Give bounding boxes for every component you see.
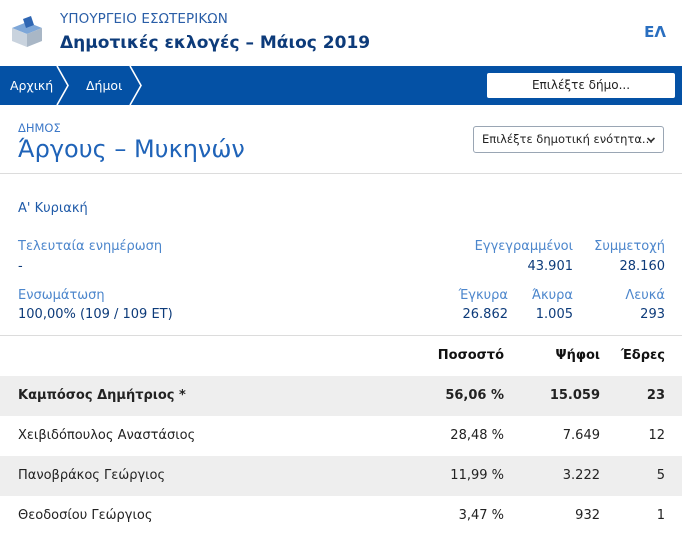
table-row: Καμπόσος Δημήτριος * 56,06 % 15.059 23	[0, 376, 682, 416]
candidate-votes: 15.059	[549, 388, 600, 403]
chevron-right-icon	[129, 66, 142, 105]
breadcrumb-home-link[interactable]: Αρχική	[10, 66, 53, 105]
candidate-percent: 3,47 %	[458, 508, 504, 523]
candidate-votes: 932	[575, 508, 600, 523]
table-row: Θεοδοσίου Γεώργιος 3,47 % 932 1	[0, 496, 682, 536]
turnout-label: Συμμετοχή	[594, 239, 665, 254]
candidate-percent: 28,48 %	[450, 428, 504, 443]
candidate-votes: 3.222	[562, 468, 600, 483]
column-header-percent: Ποσοστό	[437, 348, 504, 363]
blank-value: 293	[640, 307, 665, 322]
registered-value: 43.901	[527, 259, 574, 274]
site-header: ΥΠΟΥΡΓΕΙΟ ΕΣΩΤΕΡΙΚΩΝ Δημοτικές εκλογές –…	[0, 0, 682, 66]
candidate-name: Θεοδοσίου Γεώργιος	[18, 508, 153, 523]
section-divider	[0, 335, 682, 336]
registered-label: Εγγεγραμμένοι	[474, 239, 573, 254]
candidate-name: Καμπόσος Δημήτριος *	[18, 388, 186, 403]
ministry-name: ΥΠΟΥΡΓΕΙΟ ΕΣΩΤΕΡΙΚΩΝ	[60, 11, 228, 27]
candidate-seats: 5	[656, 468, 665, 483]
candidate-percent: 11,99 %	[450, 468, 504, 483]
language-switch[interactable]: ΕΛ	[644, 23, 666, 41]
integration-value: 100,00% (109 / 109 ΕΤ)	[18, 307, 173, 322]
last-update-label: Τελευταία ενημέρωση	[18, 239, 163, 254]
round-label: Α' Κυριακή	[18, 201, 88, 216]
integration-label: Ενσωμάτωση	[18, 288, 105, 303]
candidate-seats: 1	[656, 508, 665, 523]
valid-label: Έγκυρα	[458, 288, 508, 303]
municipal-unit-select-value: Επιλέξτε δημοτική ενότητα...	[482, 132, 653, 146]
ballot-box-icon	[12, 16, 42, 47]
column-header-votes: Ψήφοι	[555, 348, 600, 363]
section-label: ΔΗΜΟΣ	[18, 121, 61, 135]
select-municipality-button[interactable]: Επιλέξτε δήμο...	[487, 73, 675, 98]
blank-label: Λευκά	[625, 288, 665, 303]
breadcrumb-municipalities-link[interactable]: Δήμοι	[86, 66, 122, 105]
candidate-seats: 12	[648, 428, 665, 443]
candidate-name: Χειβιδόπουλος Αναστάσιος	[18, 428, 196, 443]
candidate-name: Πανοβράκος Γεώργιος	[18, 468, 166, 483]
turnout-value: 28.160	[619, 259, 666, 274]
valid-value: 26.862	[462, 307, 509, 322]
table-row: Πανοβράκος Γεώργιος 11,99 % 3.222 5	[0, 456, 682, 496]
chevron-down-icon	[646, 137, 656, 143]
invalid-label: Άκυρα	[531, 288, 573, 303]
page-title: Άργους – Μυκηνών	[18, 135, 245, 163]
municipal-unit-select[interactable]: Επιλέξτε δημοτική ενότητα...	[473, 126, 664, 153]
candidate-percent: 56,06 %	[445, 388, 504, 403]
invalid-value: 1.005	[535, 307, 573, 322]
candidate-votes: 7.649	[562, 428, 600, 443]
candidate-seats: 23	[646, 388, 665, 403]
column-header-seats: Έδρες	[620, 348, 665, 363]
table-row: Χειβιδόπουλος Αναστάσιος 28,48 % 7.649 1…	[0, 416, 682, 456]
chevron-right-icon	[56, 66, 69, 105]
section-divider	[0, 173, 682, 174]
last-update-value: -	[18, 259, 23, 274]
election-title[interactable]: Δημοτικές εκλογές – Μάιος 2019	[60, 33, 370, 53]
